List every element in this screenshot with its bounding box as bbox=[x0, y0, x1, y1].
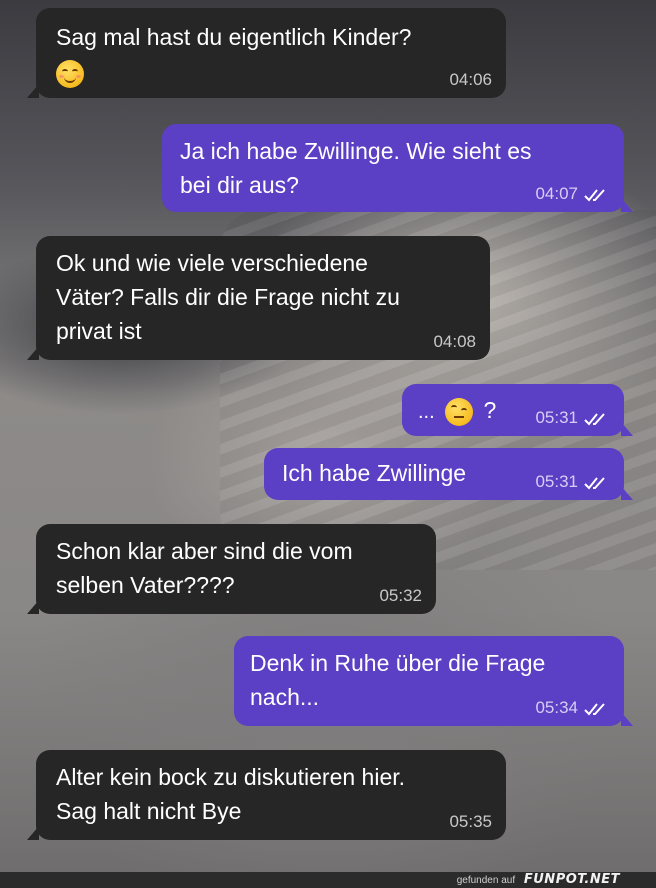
message-bubble-outgoing[interactable]: ... ? 05:31 bbox=[402, 384, 633, 436]
message-bubble-incoming[interactable]: Alter kein bock zu diskutieren hier. Sag… bbox=[27, 750, 506, 840]
message-text: Ok und wie viele verschiedene Väter? Fal… bbox=[56, 250, 400, 344]
message-time: 05:32 bbox=[379, 586, 422, 605]
double-check-icon bbox=[584, 477, 605, 490]
message-bubble-outgoing[interactable]: Ich habe Zwillinge 05:31 bbox=[264, 448, 633, 500]
message-bubble-outgoing[interactable]: Denk in Ruhe über die Frage nach... 05:3… bbox=[234, 636, 633, 726]
message-time: 05:31 bbox=[535, 408, 578, 427]
funpot-logo: FUNPOT.NET bbox=[523, 872, 620, 887]
message-time: 04:07 bbox=[535, 184, 578, 203]
double-check-icon bbox=[584, 703, 605, 716]
message-text: Schon klar aber sind die vom selben Vate… bbox=[56, 538, 353, 598]
message-time: 04:06 bbox=[449, 70, 492, 89]
footer-watermark: gefunden auf FUNPOT.NET bbox=[457, 872, 620, 887]
message-time: 05:31 bbox=[535, 472, 578, 491]
message-time: 05:34 bbox=[535, 698, 578, 717]
double-check-icon bbox=[584, 189, 605, 202]
footer-bar: gefunden auf FUNPOT.NET bbox=[0, 872, 656, 887]
message-bubble-outgoing[interactable]: Ja ich habe Zwillinge. Wie sieht es bei … bbox=[162, 124, 633, 212]
message-bubble-incoming[interactable]: Schon klar aber sind die vom selben Vate… bbox=[27, 524, 436, 614]
message-bubble-incoming[interactable]: Ok und wie viele verschiedene Väter? Fal… bbox=[27, 236, 490, 360]
smiling-face-emoji bbox=[56, 59, 84, 88]
message-bubble-incoming[interactable]: Sag mal hast du eigentlich Kinder? 04:06 bbox=[27, 8, 506, 98]
message-text: Alter kein bock zu diskutieren hier. Sag… bbox=[56, 764, 406, 824]
double-check-icon bbox=[584, 413, 605, 426]
message-time: 04:08 bbox=[433, 332, 476, 351]
face-with-raised-eyebrow-emoji bbox=[445, 397, 474, 426]
message-prefix: ... bbox=[418, 401, 435, 423]
message-text: Sag mal hast du eigentlich Kinder? bbox=[56, 24, 412, 50]
message-time: 05:35 bbox=[449, 812, 492, 831]
message-suffix: ? bbox=[483, 397, 497, 423]
footer-prefix: gefunden auf bbox=[456, 875, 516, 886]
